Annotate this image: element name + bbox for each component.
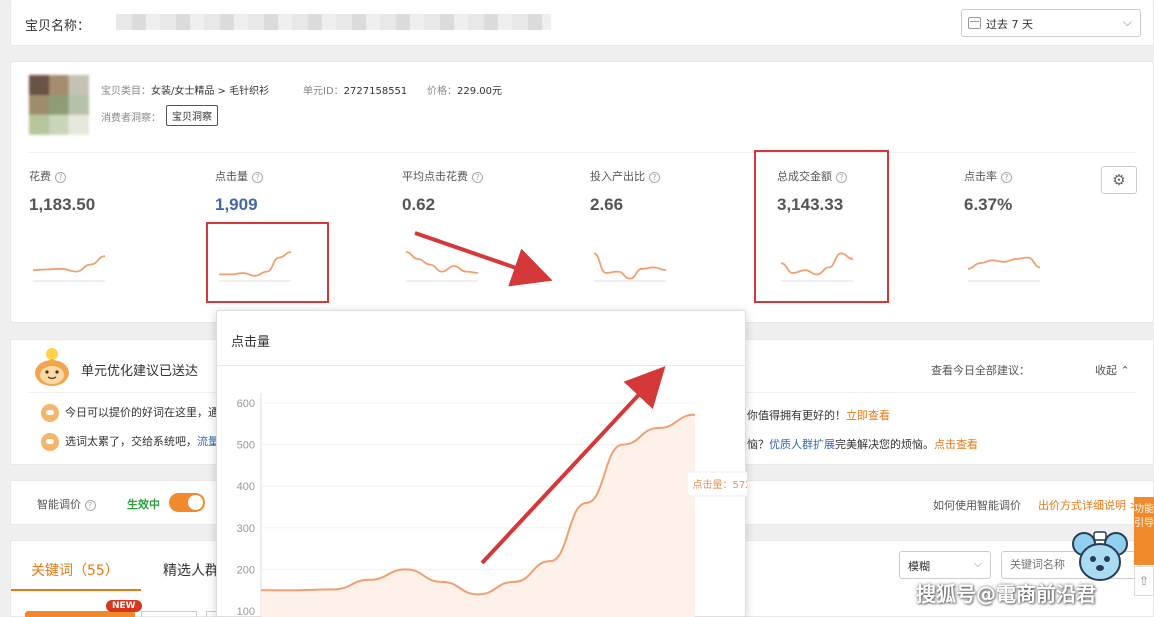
active-tab-indicator bbox=[11, 589, 141, 591]
metric-label: 平均点击花费 bbox=[402, 170, 468, 183]
tooltip: 点击量：572 bbox=[686, 471, 747, 497]
tooltip-text: 点击量：572 bbox=[692, 479, 747, 491]
product-name-label: 宝贝名称： bbox=[25, 19, 91, 34]
help-icon[interactable]: ? bbox=[649, 171, 660, 183]
clicks-area-chart[interactable]: 600 500 400 300 200 100 点击量：572 bbox=[217, 311, 747, 617]
date-range-select[interactable]: 过去 7 天 ⌵ bbox=[961, 9, 1141, 37]
metric-label: 投入产出比 bbox=[590, 170, 645, 183]
y-tick-label: 400 bbox=[237, 481, 255, 493]
mascot-icon bbox=[35, 348, 69, 386]
product-name-blurred bbox=[116, 14, 551, 30]
chat-bubble-icon bbox=[41, 433, 59, 451]
product-insight-button[interactable]: 宝贝洞察 bbox=[166, 105, 218, 126]
metric-clicks[interactable]: 点击量? 1,909 bbox=[215, 168, 355, 282]
bid-method-detail-link[interactable]: 出价方式详细说明 > bbox=[1038, 497, 1139, 513]
sparkline-ctr bbox=[967, 256, 1041, 282]
metric-cost[interactable]: 花费? 1,183.50 bbox=[29, 168, 169, 282]
chevron-down-icon: ⌵ bbox=[973, 557, 982, 570]
help-icon[interactable]: ? bbox=[1001, 171, 1012, 183]
smart-pricing-status: 生效中 bbox=[127, 498, 160, 511]
chevron-up-icon: ⌃ bbox=[1120, 364, 1130, 377]
y-tick-label: 600 bbox=[237, 398, 255, 410]
smart-pricing-toggle[interactable] bbox=[169, 493, 205, 512]
view-all-advice-label: 查看今日全部建议： bbox=[931, 364, 1030, 377]
clicks-chart-popup: 点击量 600 500 400 300 200 100 点击量：572 bbox=[216, 310, 747, 617]
how-to-use-link[interactable]: 如何使用智能调价 bbox=[933, 497, 1021, 513]
advice-tip-2-right: 恼？优质人群扩展完美解决您的烦恼。点击查看 bbox=[747, 438, 978, 451]
chevron-down-icon: ⌵ bbox=[1122, 15, 1132, 29]
sparkline-line bbox=[593, 252, 667, 280]
sparkline-line bbox=[967, 256, 1041, 270]
gear-icon[interactable]: ⚙ bbox=[1101, 166, 1137, 194]
y-tick-label: 500 bbox=[237, 440, 255, 452]
metric-value: 1,183.50 bbox=[29, 195, 96, 214]
advice-tip-1: 今日可以提价的好词在这里，通 bbox=[41, 404, 219, 422]
watermark: 搜狐号@電商前沿君 bbox=[916, 582, 1096, 606]
help-icon: ? bbox=[84, 500, 96, 511]
sparkline-roi bbox=[593, 252, 667, 282]
calendar-icon bbox=[968, 17, 981, 29]
collapse-button[interactable]: 收起 ⌃ bbox=[1095, 362, 1130, 378]
sparkline-cost bbox=[32, 255, 106, 282]
metric-ctr[interactable]: 点击率? 6.37% bbox=[964, 168, 1104, 282]
new-badge: NEW bbox=[106, 600, 142, 612]
crowd-expand-link[interactable]: 优质人群扩展 bbox=[769, 438, 835, 451]
help-icon[interactable]: ? bbox=[252, 171, 263, 183]
annotation-box-clicks bbox=[206, 222, 329, 303]
chat-bubble-icon bbox=[41, 404, 59, 422]
y-tick-label: 200 bbox=[237, 564, 255, 576]
y-tick-label: 300 bbox=[237, 523, 255, 535]
advice-title: 单元优化建议已送达 bbox=[81, 364, 199, 379]
consumer-insight-label: 消费者洞察： bbox=[101, 113, 161, 124]
view-now-link[interactable]: 立即查看 bbox=[846, 409, 890, 422]
unit-id: 单元ID：2727158551 bbox=[303, 86, 408, 97]
metric-roi[interactable]: 投入产出比? 2.66 bbox=[590, 168, 730, 282]
advice-tip-2: 选词太累了，交给系统吧，流量 bbox=[41, 433, 219, 451]
product-card: 宝贝类目：女装/女士精品 > 毛针织衫 单元ID：2727158551 价格：2… bbox=[10, 61, 1154, 323]
smart-pricing-label: 智能调价 ? bbox=[37, 496, 96, 512]
metric-value: 0.62 bbox=[402, 195, 436, 214]
y-tick-label: 100 bbox=[237, 606, 255, 617]
metric-label: 点击量 bbox=[215, 170, 248, 183]
match-type-select[interactable]: 模糊 ⌵ bbox=[899, 551, 991, 579]
advice-tip-1-right: 你值得拥有更好的！立即查看 bbox=[747, 409, 890, 422]
category-label: 宝贝类目：女装/女士精品 > 毛针织衫 bbox=[101, 86, 270, 97]
product-thumbnail bbox=[29, 75, 89, 135]
metric-label: 花费 bbox=[29, 170, 51, 183]
click-view-link[interactable]: 点击查看 bbox=[934, 438, 978, 451]
metric-avg-cpc[interactable]: 平均点击花费? 0.62 bbox=[402, 168, 542, 282]
toolbar-button[interactable] bbox=[141, 611, 197, 617]
metric-value: 1,909 bbox=[215, 195, 258, 214]
divider bbox=[29, 152, 1135, 153]
tab-crowd[interactable]: 精选人群 bbox=[163, 560, 219, 580]
back-to-top-icon[interactable]: ⇧ bbox=[1134, 566, 1154, 596]
metric-label: 点击率 bbox=[964, 170, 997, 183]
sparkline-line bbox=[405, 251, 479, 274]
sparkline-avg-cpc bbox=[405, 251, 479, 282]
price: 价格：229.00元 bbox=[427, 86, 502, 97]
help-icon[interactable]: ? bbox=[472, 171, 483, 183]
feature-guide-tab[interactable]: 功能引导 bbox=[1134, 497, 1154, 565]
metric-value: 2.66 bbox=[590, 195, 624, 214]
metric-value: 6.37% bbox=[964, 195, 1013, 214]
product-name-bar: 宝贝名称： 过去 7 天 ⌵ bbox=[10, 0, 1154, 46]
tab-keywords[interactable]: 关键词（55） bbox=[31, 560, 119, 580]
help-icon[interactable]: ? bbox=[55, 171, 66, 183]
annotation-box-total-sales bbox=[754, 150, 889, 303]
date-range-value: 过去 7 天 bbox=[986, 18, 1033, 31]
sparkline-line bbox=[32, 255, 106, 273]
